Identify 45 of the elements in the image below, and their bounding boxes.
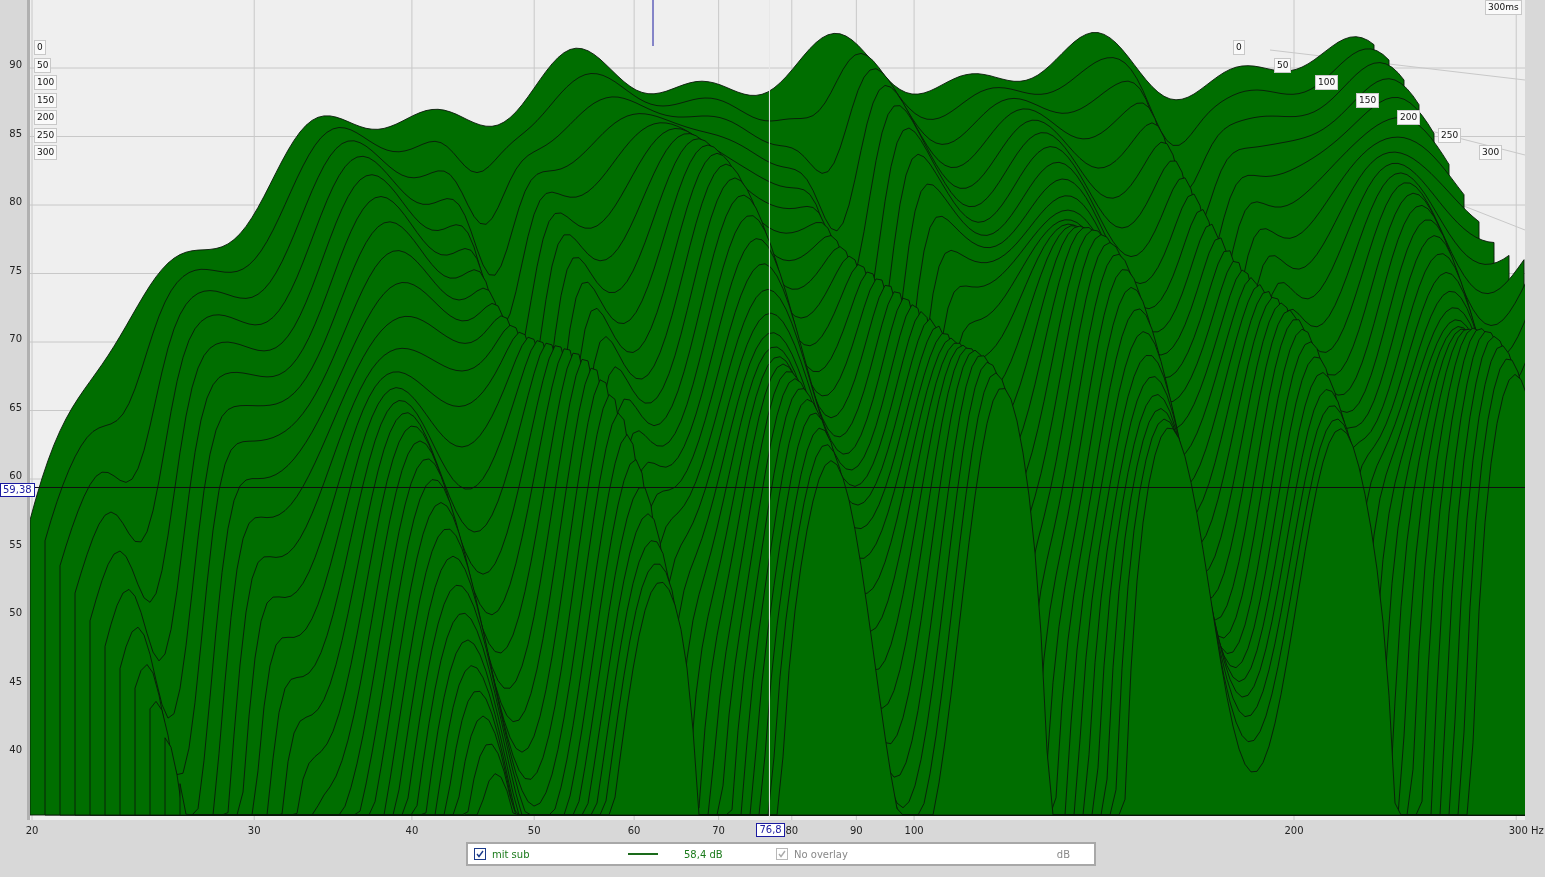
time-label: 0 [34,40,46,55]
x-axis-label: 60 [627,825,641,836]
time-label: 200 [34,110,58,125]
time-label: 0 [1233,40,1245,55]
marker-line [652,0,654,47]
time-label: 300 [34,145,58,160]
y-axis-label: 70 [9,333,22,345]
legend-reading: 58,4 dB [684,848,724,860]
time-label: 150 [34,92,58,108]
x-axis-label: 90 [850,825,863,836]
x-axis-label: 80 [785,825,799,836]
time-label: 100 [1315,75,1339,90]
y-axis-label: 75 [9,264,22,276]
time-label: 100 [34,75,58,90]
time-label: 300 [1479,145,1503,160]
y-axis-label: 60 [9,470,22,482]
x-axis-label: 100 [904,825,924,836]
checkbox[interactable] [474,848,486,860]
x-axis-label: 200 [1284,825,1304,836]
x-axis-label: 300 Hz [1508,825,1544,836]
legend-reading: dB [1055,848,1070,860]
y-axis-label: 85 [9,127,22,139]
x-axis-label: 30 [247,825,261,836]
x-axis-label: 70 [712,825,725,836]
time-label: 250 [34,127,58,143]
x-axis-label: 50 [527,825,541,836]
y-axis-label: 40 [9,744,22,756]
y-axis-label: 80 [9,196,22,208]
time-label: 200 [1397,110,1421,125]
x-axis-label: 20 [25,825,39,836]
y-cursor-readout: 59,38 [0,483,35,498]
y-axis-label: 65 [9,401,22,413]
x-axis-label: 40 [405,825,419,836]
y-axis-label: 50 [9,607,22,619]
y-axis-label: 55 [9,538,22,550]
time-label: 50 [1274,57,1292,73]
y-axis-label: 90 [9,59,22,71]
line-sample-icon [628,853,658,855]
x-cursor-readout: 76,8 [756,823,785,837]
legend-label: No overlay [794,848,849,860]
time-label: 50 [34,57,52,73]
time-label: 250 [1438,127,1462,143]
time-axis-label: 300ms [1485,0,1522,15]
legend-label: mit sub [492,848,531,860]
y-axis-label: 45 [9,675,22,687]
